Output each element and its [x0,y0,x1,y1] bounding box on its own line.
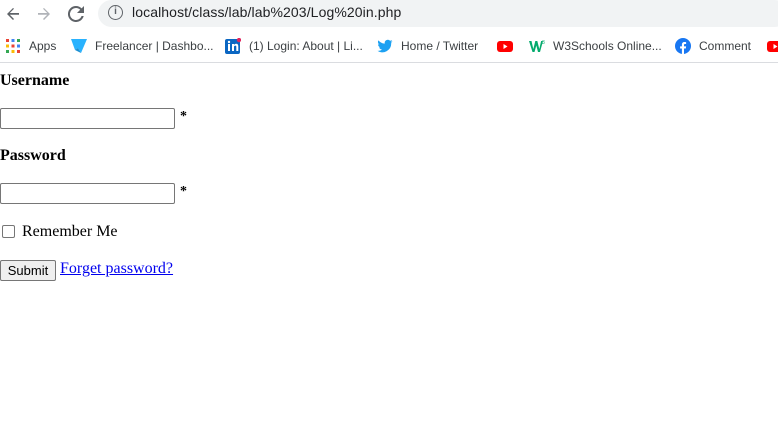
bookmark-freelancer[interactable]: Freelancer | Dashbo... [71,37,214,55]
login-form: Username * Password * Remember Me Submit… [0,63,778,439]
apps-grid-icon [5,38,21,54]
bookmark-w3schools[interactable]: 3 W3Schools Online... [529,37,662,55]
forward-arrow-icon[interactable] [34,4,54,24]
youtube-icon [497,38,513,54]
back-arrow-icon[interactable] [3,4,23,24]
bookmark-youtube-2[interactable] [767,37,778,55]
bookmark-label: (1) Login: About | Li... [249,39,363,53]
remember-me-label[interactable]: Remember Me [22,223,118,241]
required-marker: * [180,109,187,124]
remember-me-checkbox[interactable] [2,225,15,238]
bookmark-label: Comment [699,39,752,53]
youtube-icon [767,38,778,54]
bookmarks-bar: Apps Freelancer | Dashbo... (1) Login: A… [0,30,778,63]
bookmark-apps[interactable]: Apps [5,37,56,55]
site-info-icon[interactable]: i [108,5,123,20]
bookmark-label: Home / Twitter [401,39,479,53]
bookmark-youtube[interactable] [497,37,521,55]
bookmark-label: Apps [29,39,57,53]
reload-icon[interactable] [66,4,86,24]
username-input[interactable] [0,108,175,129]
submit-button[interactable]: Submit [0,260,56,281]
bookmark-twitter[interactable]: Home / Twitter [377,37,478,55]
facebook-icon [675,38,691,54]
required-marker: * [180,184,187,199]
forgot-password-link[interactable]: Forget password? [60,260,173,278]
password-label: Password [0,147,66,164]
freelancer-icon [71,38,87,54]
url-text[interactable]: localhost/class/lab/lab%203/Log%20in.php [132,4,401,20]
bookmark-linkedin[interactable]: (1) Login: About | Li... [225,37,363,55]
w3schools-icon: 3 [529,38,545,54]
password-input[interactable] [0,183,175,204]
linkedin-icon [225,37,242,54]
bookmark-label: Freelancer | Dashbo... [95,39,214,53]
bookmark-label: W3Schools Online... [553,39,662,53]
bookmark-facebook[interactable]: Comment [675,37,751,55]
username-label: Username [0,72,70,89]
svg-text:3: 3 [542,40,545,46]
browser-toolbar: i localhost/class/lab/lab%203/Log%20in.p… [0,0,778,28]
twitter-icon [377,38,393,54]
